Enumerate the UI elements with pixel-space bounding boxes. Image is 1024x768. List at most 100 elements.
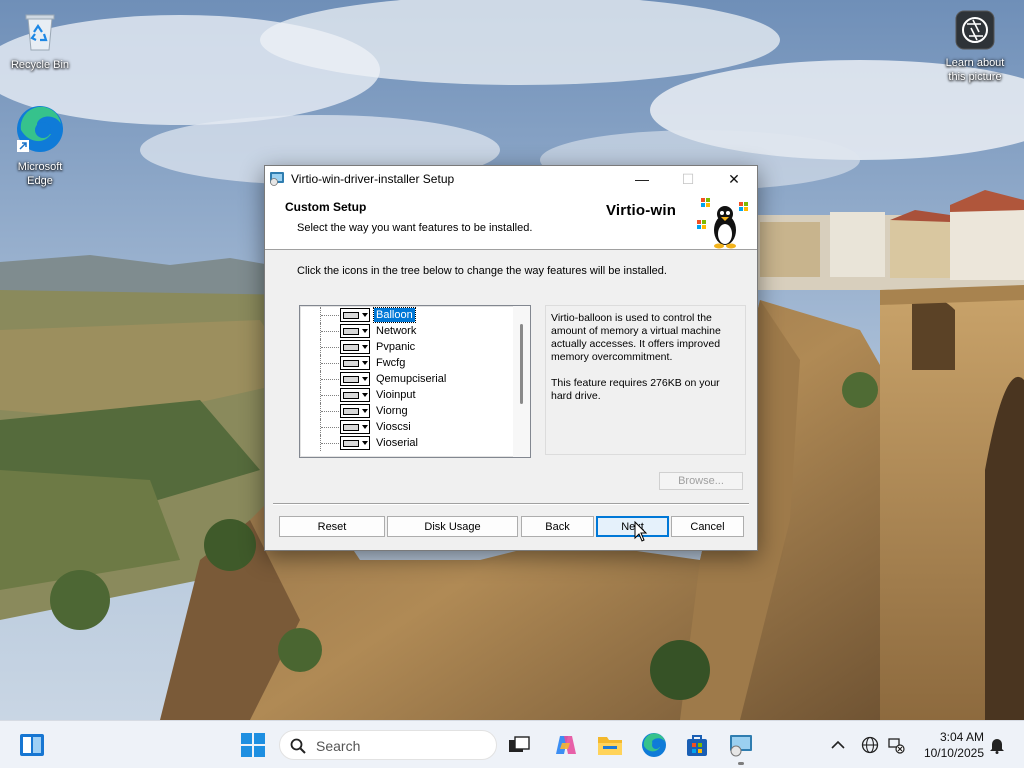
chevron-up-icon[interactable] <box>822 729 854 761</box>
install-state-dropdown[interactable] <box>340 404 370 418</box>
feature-label[interactable]: Fwcfg <box>374 356 407 370</box>
feature-label[interactable]: Viorng <box>374 404 410 418</box>
clock-time: 3:04 AM <box>939 730 984 744</box>
dropdown-arrow-icon <box>362 329 368 333</box>
feature-row-vioinput[interactable]: Vioinput <box>300 387 510 403</box>
title-bar[interactable]: Virtio-win-driver-installer Setup — ☐ ✕ <box>265 166 757 192</box>
edge-icon <box>0 104 80 158</box>
install-state-dropdown[interactable] <box>340 420 370 434</box>
widgets-icon[interactable] <box>16 729 48 761</box>
search-icon <box>290 738 306 757</box>
feature-label[interactable]: Network <box>374 324 418 338</box>
close-button[interactable]: ✕ <box>711 166 757 192</box>
feature-row-viorng[interactable]: Viorng <box>300 403 510 419</box>
cancel-button[interactable]: Cancel <box>671 516 744 537</box>
file-explorer-icon[interactable] <box>594 729 626 761</box>
dropdown-arrow-icon <box>362 377 368 381</box>
hard-drive-icon <box>343 360 359 367</box>
dropdown-arrow-icon <box>362 361 368 365</box>
feature-description: Virtio-balloon is used to control the am… <box>551 312 721 363</box>
feature-row-network[interactable]: Network <box>300 323 510 339</box>
banner-heading: Custom Setup <box>285 200 367 214</box>
install-state-dropdown[interactable] <box>340 308 370 322</box>
store-icon[interactable] <box>681 729 713 761</box>
next-button[interactable]: Next <box>596 516 669 537</box>
banner-subheading: Select the way you want features to be i… <box>297 222 533 234</box>
start-icon[interactable] <box>237 729 269 761</box>
setup-icon[interactable] <box>725 729 757 761</box>
camera-icon <box>935 10 1015 54</box>
taskbar-clock[interactable]: 3:04 AM 10/10/2025 <box>912 729 984 761</box>
feature-row-vioserial[interactable]: Vioserial <box>300 435 510 451</box>
browse-button: Browse... <box>659 472 743 490</box>
task-view-icon[interactable] <box>503 729 535 761</box>
feature-label[interactable]: Balloon <box>373 307 416 323</box>
disk-usage-button[interactable]: Disk Usage <box>387 516 518 537</box>
dropdown-arrow-icon <box>362 409 368 413</box>
hard-drive-icon <box>343 344 359 351</box>
dropdown-arrow-icon <box>362 441 368 445</box>
feature-tree[interactable]: Balloon Network Pvpanic Fwcfg Qemupciser… <box>299 305 531 458</box>
back-button[interactable]: Back <box>521 516 594 537</box>
scrollbar-thumb[interactable] <box>520 324 523 404</box>
feature-label[interactable]: Pvpanic <box>374 340 417 354</box>
hard-drive-icon <box>343 408 359 415</box>
running-indicator <box>738 762 744 765</box>
feature-row-balloon[interactable]: Balloon <box>300 307 510 323</box>
mouse-cursor-icon <box>634 520 648 546</box>
notification-bell-icon[interactable] <box>981 729 1013 761</box>
dropdown-arrow-icon <box>362 345 368 349</box>
separator <box>273 503 749 505</box>
desktop-icon-label: Recycle Bin <box>10 59 70 71</box>
brand-text: Virtio-win <box>606 202 677 219</box>
setup-banner: Custom Setup Select the way you want fea… <box>265 192 757 250</box>
installer-window: Virtio-win-driver-installer Setup — ☐ ✕ … <box>264 165 758 551</box>
feature-label[interactable]: Vioserial <box>374 436 420 450</box>
hard-drive-icon <box>343 328 359 335</box>
desktop-icon-label: Learn about this picture <box>945 57 1005 83</box>
feature-label[interactable]: Vioscsi <box>374 420 413 434</box>
maximize-button: ☐ <box>681 170 695 187</box>
setup-app-icon <box>269 170 285 189</box>
hard-drive-icon <box>343 392 359 399</box>
desktop-icon-recycle-bin[interactable]: Recycle Bin <box>0 10 80 72</box>
feature-row-fwcfg[interactable]: Fwcfg <box>300 355 510 371</box>
hard-drive-icon <box>343 312 359 319</box>
desktop-icon-learn-about-picture[interactable]: Learn about this picture <box>935 10 1015 84</box>
reset-button[interactable]: Reset <box>279 516 385 537</box>
dropdown-arrow-icon <box>362 425 368 429</box>
hard-drive-icon <box>343 424 359 431</box>
minimize-button[interactable]: — <box>619 166 665 192</box>
feature-row-pvpanic[interactable]: Pvpanic <box>300 339 510 355</box>
copilot-icon[interactable] <box>550 729 582 761</box>
window-title: Virtio-win-driver-installer Setup <box>291 172 455 186</box>
feature-label[interactable]: Vioinput <box>374 388 418 402</box>
hard-drive-icon <box>343 376 359 383</box>
feature-row-vioscsi[interactable]: Vioscsi <box>300 419 510 435</box>
feature-row-qemupciserial[interactable]: Qemupciserial <box>300 371 510 387</box>
edge-icon[interactable] <box>638 729 670 761</box>
clock-date: 10/10/2025 <box>923 746 984 760</box>
hard-drive-icon <box>343 440 359 447</box>
taskbar-search[interactable]: Search <box>279 730 497 760</box>
search-placeholder: Search <box>316 738 361 754</box>
feature-label[interactable]: Qemupciserial <box>374 372 448 386</box>
taskbar: Search 3:04 AM 10/10/2025 <box>0 720 1024 768</box>
install-state-dropdown[interactable] <box>340 340 370 354</box>
dropdown-arrow-icon <box>362 313 368 317</box>
dropdown-arrow-icon <box>362 393 368 397</box>
tree-scrollbar[interactable] <box>513 306 530 457</box>
install-state-dropdown[interactable] <box>340 372 370 386</box>
feature-description-panel: Virtio-balloon is used to control the am… <box>545 305 746 455</box>
tux-windows-logo <box>695 194 755 252</box>
install-state-dropdown[interactable] <box>340 436 370 450</box>
install-state-dropdown[interactable] <box>340 324 370 338</box>
desktop-icon-label: Microsoft Edge <box>17 161 63 187</box>
install-state-dropdown[interactable] <box>340 356 370 370</box>
recycle-bin-icon <box>0 10 80 56</box>
network-icon[interactable] <box>880 729 912 761</box>
instruction-text: Click the icons in the tree below to cha… <box>297 265 667 277</box>
desktop-icon-microsoft-edge[interactable]: Microsoft Edge <box>0 104 80 188</box>
feature-size-note: This feature requires 276KB on your hard… <box>551 377 720 402</box>
install-state-dropdown[interactable] <box>340 388 370 402</box>
